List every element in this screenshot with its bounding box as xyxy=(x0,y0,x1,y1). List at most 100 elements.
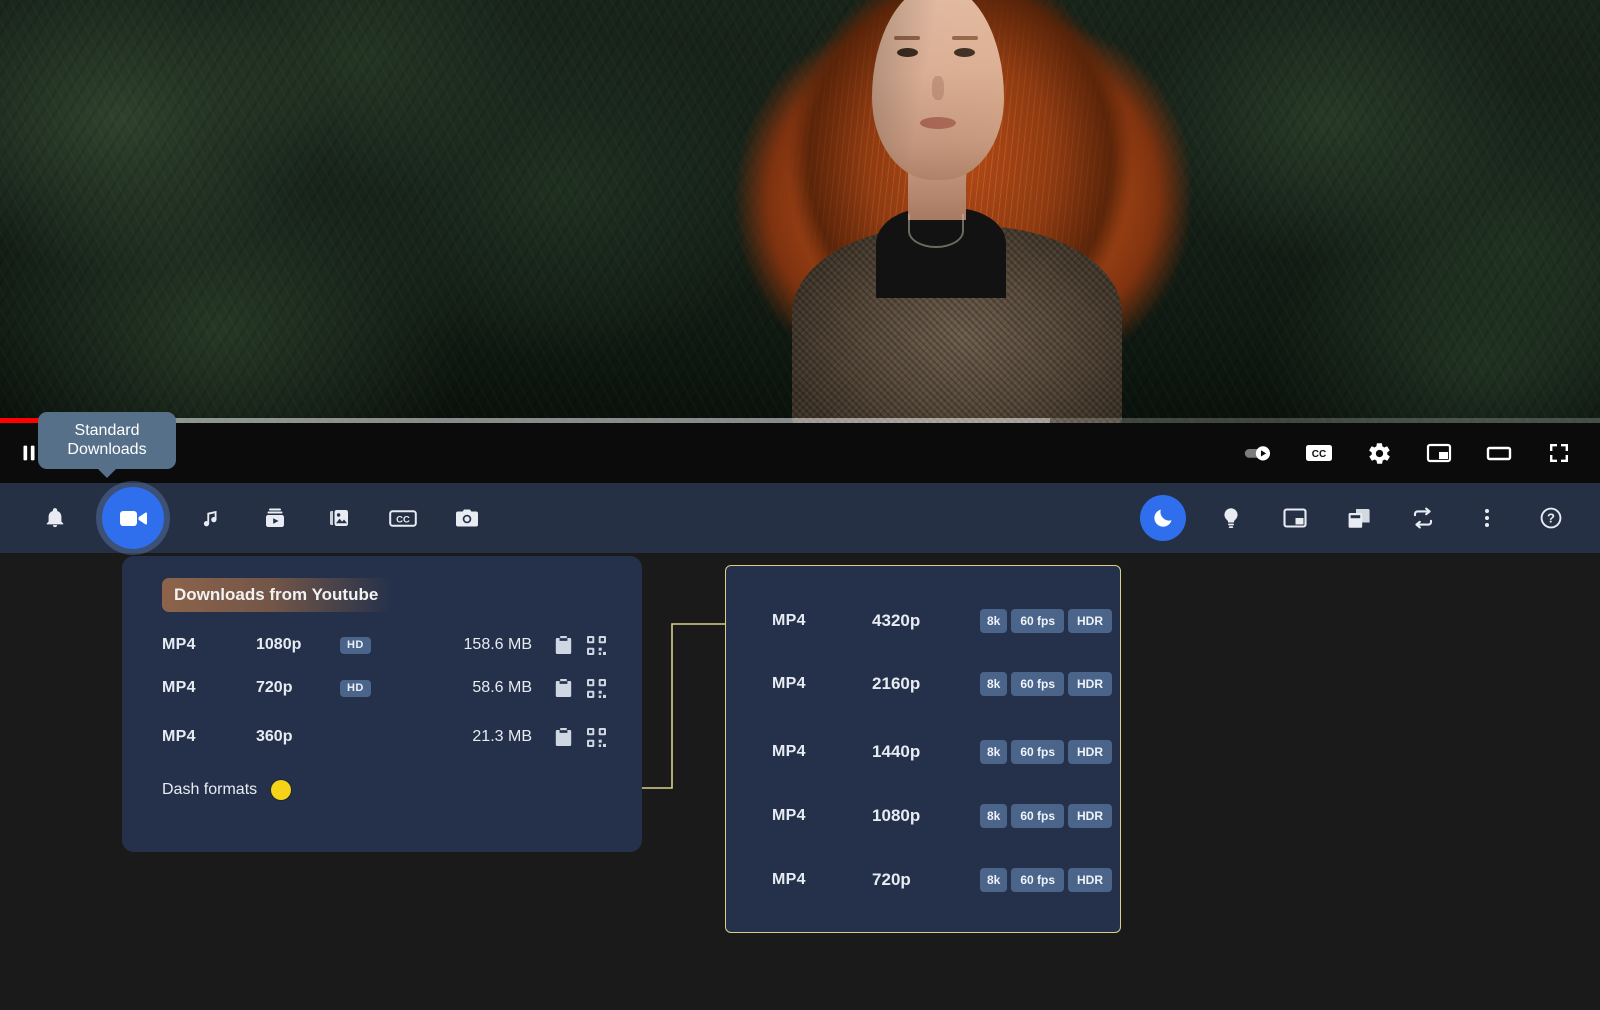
tag-framerate: 60 fps xyxy=(1011,804,1064,828)
tag-hdr: HDR xyxy=(1068,672,1112,696)
download-resolution: 360p xyxy=(256,728,340,746)
standard-downloads-panel: Downloads from Youtube MP4 1080p HD 158.… xyxy=(122,556,642,852)
player-controls-right: CC xyxy=(1244,438,1600,468)
extension-toolbar-right: ? xyxy=(1140,495,1600,541)
mouth xyxy=(920,117,956,129)
standard-downloads-tooltip: Standard Downloads xyxy=(38,412,176,469)
clipboard-icon[interactable] xyxy=(554,635,573,655)
panel-header-label: Downloads from Youtube xyxy=(174,585,378,605)
dash-resolution: 1440p xyxy=(872,742,980,762)
dash-resolution: 720p xyxy=(872,870,980,890)
tag-framerate: 60 fps xyxy=(1011,868,1064,892)
face xyxy=(872,0,1004,180)
download-size: 21.3 MB xyxy=(414,728,532,746)
subtitles-button[interactable]: CC xyxy=(1304,438,1334,468)
tag-framerate: 60 fps xyxy=(1011,672,1064,696)
more-options-button[interactable] xyxy=(1468,499,1506,537)
tag-hdr: HDR xyxy=(1068,804,1112,828)
nose xyxy=(932,76,944,100)
dash-tags: 8k 60 fps HDR xyxy=(980,672,1112,696)
dash-tags: 8k 60 fps HDR xyxy=(980,740,1112,764)
eyebrow-right xyxy=(952,36,978,40)
tag-framerate: 60 fps xyxy=(1011,740,1064,764)
tag-hdr: HDR xyxy=(1068,740,1112,764)
dash-row[interactable]: MP4 2160p 8k 60 fps HDR xyxy=(772,669,1112,699)
image-downloads-button[interactable] xyxy=(320,499,358,537)
notifications-button[interactable] xyxy=(36,499,74,537)
tooltip-line-2: Downloads xyxy=(48,440,166,459)
necklace xyxy=(908,214,964,248)
dash-tags: 8k 60 fps HDR xyxy=(980,868,1112,892)
autoplay-toggle[interactable] xyxy=(1244,438,1274,468)
dash-resolution: 1080p xyxy=(872,806,980,826)
tag-framerate: 60 fps xyxy=(1011,609,1064,633)
dash-format: MP4 xyxy=(772,743,872,761)
picture-in-picture-button[interactable] xyxy=(1276,499,1314,537)
tooltip-line-1: Standard xyxy=(48,421,166,440)
dash-row[interactable]: MP4 1080p 8k 60 fps HDR xyxy=(772,801,1112,831)
clipboard-icon[interactable] xyxy=(554,727,573,747)
download-format: MP4 xyxy=(162,636,256,654)
video-downloads-button[interactable] xyxy=(102,487,164,549)
download-size: 58.6 MB xyxy=(414,679,532,697)
dash-tags: 8k 60 fps HDR xyxy=(980,804,1112,828)
download-badge-wrap: HD xyxy=(340,637,414,654)
dash-formats-panel: MP4 4320p 8k 60 fps HDR MP4 2160p 8k 60 … xyxy=(725,565,1121,933)
eye-right xyxy=(954,48,975,57)
audio-downloads-button[interactable] xyxy=(192,499,230,537)
dash-format: MP4 xyxy=(772,612,872,630)
download-badge-wrap: HD xyxy=(340,680,414,697)
theater-mode-button[interactable] xyxy=(1484,438,1514,468)
loop-button[interactable] xyxy=(1404,499,1442,537)
windows-button[interactable] xyxy=(1340,499,1378,537)
dash-row[interactable]: MP4 4320p 8k 60 fps HDR xyxy=(772,606,1112,636)
dash-formats-dot[interactable] xyxy=(271,780,291,800)
qr-code-icon[interactable] xyxy=(587,679,606,698)
screenshot-button[interactable] xyxy=(448,499,486,537)
subtitles-downloads-button[interactable]: CC xyxy=(384,499,422,537)
dash-row[interactable]: MP4 720p 8k 60 fps HDR xyxy=(772,865,1112,895)
hd-badge: HD xyxy=(340,637,371,654)
download-resolution: 720p xyxy=(256,679,340,697)
svg-text:CC: CC xyxy=(396,514,410,525)
download-resolution: 1080p xyxy=(256,636,340,654)
tag-resolution-class: 8k xyxy=(980,804,1007,828)
tag-resolution-class: 8k xyxy=(980,609,1007,633)
dash-format: MP4 xyxy=(772,871,872,889)
panel-header: Downloads from Youtube xyxy=(162,578,392,612)
dark-mode-button[interactable] xyxy=(1140,495,1186,541)
dash-formats-label: Dash formats xyxy=(162,781,257,799)
tag-hdr: HDR xyxy=(1068,868,1112,892)
download-row-actions xyxy=(554,635,606,655)
settings-button[interactable] xyxy=(1364,438,1394,468)
dash-formats-toggle-row[interactable]: Dash formats xyxy=(162,780,291,800)
help-button[interactable]: ? xyxy=(1532,499,1570,537)
qr-code-icon[interactable] xyxy=(587,636,606,655)
playlist-downloads-button[interactable] xyxy=(256,499,294,537)
tag-resolution-class: 8k xyxy=(980,672,1007,696)
download-format: MP4 xyxy=(162,679,256,697)
svg-text:?: ? xyxy=(1547,511,1555,526)
dash-tags: 8k 60 fps HDR xyxy=(980,609,1112,633)
eye-left xyxy=(897,48,918,57)
clipboard-icon[interactable] xyxy=(554,678,573,698)
tips-button[interactable] xyxy=(1212,499,1250,537)
dash-resolution: 2160p xyxy=(872,674,980,694)
tag-resolution-class: 8k xyxy=(980,740,1007,764)
download-row[interactable]: MP4 1080p HD 158.6 MB xyxy=(162,630,612,660)
download-row[interactable]: MP4 720p HD 58.6 MB xyxy=(162,673,612,703)
hd-badge: HD xyxy=(340,680,371,697)
download-row[interactable]: MP4 360p 21.3 MB xyxy=(162,722,612,752)
video-player-viewport[interactable] xyxy=(0,0,1600,425)
player-control-bar: 0:06 / 3:32 CC xyxy=(0,423,1600,483)
eyebrow-left xyxy=(894,36,920,40)
dash-format: MP4 xyxy=(772,807,872,825)
fullscreen-button[interactable] xyxy=(1544,438,1574,468)
video-subject-person xyxy=(640,0,1260,425)
extension-toolbar: CC ? xyxy=(0,483,1600,553)
download-row-actions xyxy=(554,678,606,698)
qr-code-icon[interactable] xyxy=(587,728,606,747)
dash-row[interactable]: MP4 1440p 8k 60 fps HDR xyxy=(772,737,1112,767)
miniplayer-button[interactable] xyxy=(1424,438,1454,468)
download-row-actions xyxy=(554,727,606,747)
